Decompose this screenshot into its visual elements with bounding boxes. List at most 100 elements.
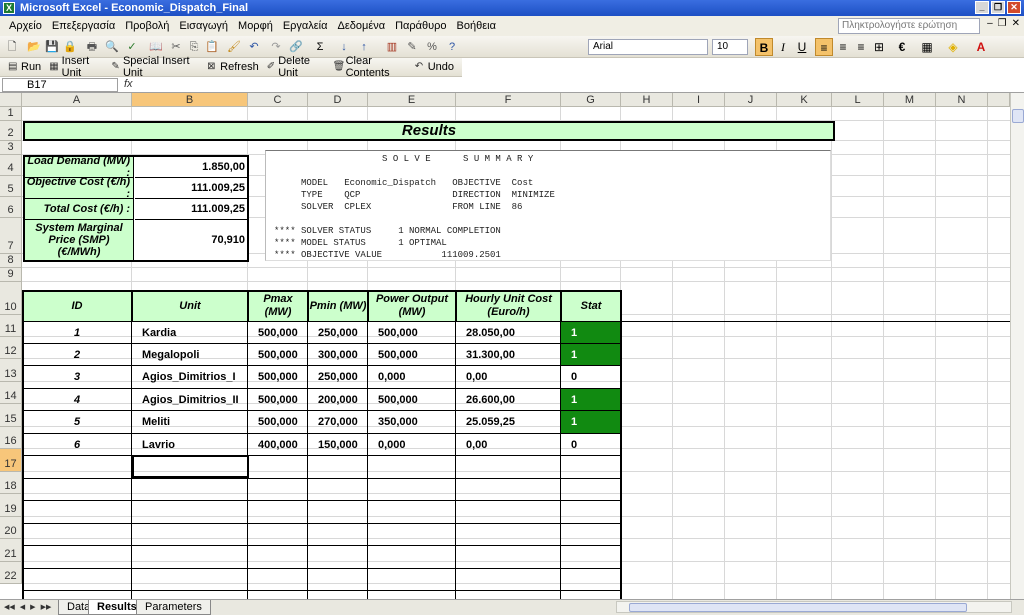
close-icon[interactable]: ✕ — [1007, 1, 1021, 14]
paste-icon[interactable]: 📋 — [204, 39, 220, 55]
workbook-minimize-icon[interactable]: – — [987, 18, 993, 29]
row-header-11[interactable]: 11 — [0, 315, 22, 337]
menu-item-6[interactable]: Δεδομένα — [333, 16, 391, 36]
merge-center-icon[interactable]: ⊞ — [870, 38, 888, 56]
column-header-N[interactable]: N — [936, 93, 988, 107]
italic-button[interactable]: I — [774, 38, 792, 56]
font-name-select[interactable]: Arial — [588, 39, 708, 55]
row-header-19[interactable]: 19 — [0, 494, 22, 517]
row-header-17[interactable]: 17 — [0, 449, 22, 472]
workbook-restore-icon[interactable]: ❐ — [998, 18, 1007, 29]
euro-icon[interactable]: € — [893, 38, 911, 56]
row-header-2[interactable]: 2 — [0, 121, 22, 141]
menu-item-3[interactable]: Εισαγωγή — [174, 16, 233, 36]
copy-icon[interactable]: ⎘ — [186, 39, 202, 55]
zoom-icon[interactable]: % — [424, 39, 440, 55]
column-header-M[interactable]: M — [884, 93, 936, 107]
open-icon[interactable]: 📂 — [26, 39, 42, 55]
vertical-scrollbar[interactable] — [1010, 93, 1024, 599]
fx-icon[interactable]: fx — [124, 78, 133, 90]
cut-icon[interactable]: ✂ — [168, 39, 184, 55]
column-header-E[interactable]: E — [368, 93, 456, 107]
sheet-tab-parameters[interactable]: Parameters — [136, 600, 211, 615]
vertical-scroll-thumb[interactable] — [1012, 109, 1024, 123]
row-header-16[interactable]: 16 — [0, 427, 22, 449]
row-header-20[interactable]: 20 — [0, 517, 22, 539]
first-sheet-icon[interactable]: ◀◀ — [4, 603, 15, 611]
font-color-icon[interactable]: A — [972, 38, 990, 56]
undo-button[interactable]: ↶ Undo — [415, 61, 454, 73]
column-header-D[interactable]: D — [308, 93, 368, 107]
row-header-8[interactable]: 8 — [0, 254, 22, 268]
column-header-L[interactable]: L — [832, 93, 884, 107]
row-header-15[interactable]: 15 — [0, 404, 22, 427]
menu-item-7[interactable]: Παράθυρο — [390, 16, 451, 36]
menu-item-0[interactable]: Αρχείο — [4, 16, 47, 36]
hyperlink-icon[interactable]: 🔗 — [288, 39, 304, 55]
column-header-G[interactable]: G — [561, 93, 621, 107]
undo-icon[interactable]: ↶ — [246, 39, 262, 55]
row-header-14[interactable]: 14 — [0, 382, 22, 404]
align-center-icon[interactable]: ≡ — [834, 38, 852, 56]
row-header-21[interactable]: 21 — [0, 539, 22, 562]
spelling-icon[interactable]: ✓ — [124, 39, 140, 55]
format-painter-icon[interactable]: 🖌 — [226, 39, 242, 55]
column-header-I[interactable]: I — [673, 93, 725, 107]
insert-unit-button[interactable]: ▦ Insert Unit — [49, 55, 103, 79]
print-preview-icon[interactable]: 🔍 — [104, 39, 120, 55]
restore-icon[interactable]: ❐ — [991, 1, 1005, 14]
column-header-H[interactable]: H — [621, 93, 673, 107]
row-header-18[interactable]: 18 — [0, 472, 22, 494]
column-header-J[interactable]: J — [725, 93, 777, 107]
help-search-input[interactable]: Πληκτρολογήστε ερώτηση — [838, 18, 980, 34]
row-header-12[interactable]: 12 — [0, 337, 22, 359]
sum-icon[interactable]: Σ — [312, 39, 328, 55]
align-left-icon[interactable]: ≡ — [815, 38, 833, 56]
sort-asc-icon[interactable]: ↓ — [336, 39, 352, 55]
save-icon[interactable]: 💾 — [44, 39, 60, 55]
excel-app-icon[interactable]: X — [3, 2, 15, 14]
row-header-22[interactable]: 22 — [0, 562, 22, 584]
column-header-C[interactable]: C — [248, 93, 308, 107]
menu-item-5[interactable]: Εργαλεία — [278, 16, 333, 36]
selected-cell-b17[interactable] — [132, 455, 249, 478]
column-header-B[interactable]: B — [132, 93, 248, 107]
row-header-13[interactable]: 13 — [0, 359, 22, 382]
menu-item-8[interactable]: Βοήθεια — [452, 16, 501, 36]
row-header-6[interactable]: 6 — [0, 197, 22, 218]
print-icon[interactable]: 🖶 — [84, 39, 100, 55]
minimize-icon[interactable]: _ — [975, 1, 989, 14]
row-header-1[interactable]: 1 — [0, 107, 22, 121]
horizontal-scrollbar[interactable] — [616, 601, 1012, 613]
select-all-corner[interactable] — [0, 93, 22, 107]
research-icon[interactable]: 📖 — [148, 39, 164, 55]
last-sheet-icon[interactable]: ▶▶ — [41, 603, 52, 611]
sort-desc-icon[interactable]: ↑ — [356, 39, 372, 55]
permission-icon[interactable]: 🔒 — [62, 39, 78, 55]
row-header-5[interactable]: 5 — [0, 176, 22, 197]
delete-unit-button[interactable]: ✐ Delete Unit — [267, 55, 325, 79]
borders-icon[interactable]: ▦ — [918, 38, 936, 56]
fill-color-icon[interactable]: ◈ — [944, 38, 962, 56]
column-header-F[interactable]: F — [456, 93, 561, 107]
align-right-icon[interactable]: ≡ — [852, 38, 870, 56]
workbook-close-icon[interactable]: ✕ — [1012, 18, 1020, 29]
menu-item-4[interactable]: Μορφή — [233, 16, 278, 36]
redo-icon[interactable]: ↷ — [268, 39, 284, 55]
column-header-A[interactable]: A — [22, 93, 132, 107]
refresh-button[interactable]: ⊠ Refresh — [207, 61, 259, 73]
row-header-4[interactable]: 4 — [0, 155, 22, 176]
row-header-10[interactable]: 10 — [0, 282, 22, 315]
name-box[interactable]: B17 — [2, 78, 118, 92]
next-sheet-icon[interactable]: ▶ — [30, 603, 35, 611]
row-header-9[interactable]: 9 — [0, 268, 22, 282]
run-button[interactable]: ▤ Run — [8, 61, 41, 73]
row-header-7[interactable]: 7 — [0, 218, 22, 254]
menu-item-2[interactable]: Προβολή — [120, 16, 174, 36]
new-icon[interactable]: 🗋 — [4, 39, 20, 55]
drawing-icon[interactable]: ✎ — [404, 39, 420, 55]
row-header-3[interactable]: 3 — [0, 141, 22, 155]
underline-button[interactable]: U — [793, 38, 811, 56]
help-icon[interactable]: ? — [444, 39, 460, 55]
menu-item-1[interactable]: Επεξεργασία — [47, 16, 120, 36]
